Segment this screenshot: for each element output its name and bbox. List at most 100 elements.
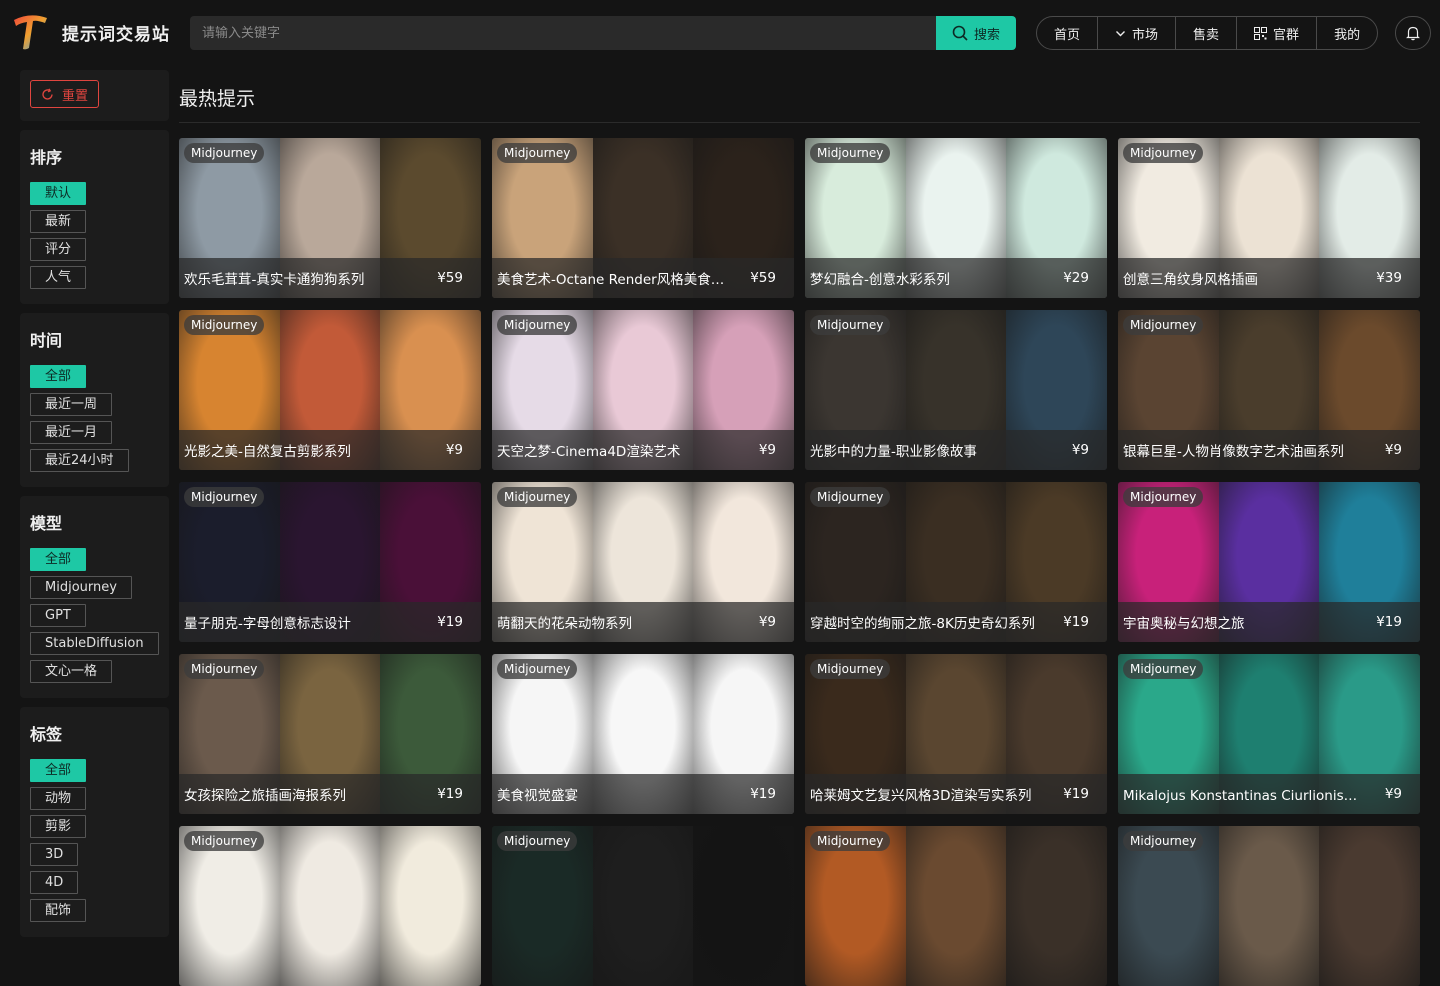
tag-option-animal[interactable]: 动物 [30,787,87,810]
prompt-card[interactable]: Midjourney 光影中的力量-职业影像故事 ¥9 [805,310,1107,470]
card-info-bar: Mikalojus Konstantinas Ciurlionis风... ¥9 [1118,774,1420,814]
search-icon [952,25,968,41]
nav-mine[interactable]: 我的 [1317,17,1377,49]
model-badge: Midjourney [497,315,578,335]
prompt-card[interactable]: Midjourney 美食视觉盛宴 ¥19 [492,654,794,814]
prompt-card[interactable]: Midjourney [179,826,481,986]
card-title: 宇宙奥秘与幻想之旅 [1123,616,1245,632]
model-option-gpt[interactable]: GPT [30,604,86,627]
prompt-card[interactable]: Midjourney 欢乐毛茸茸-真实卡通狗狗系列 ¥59 [179,138,481,298]
site-title[interactable]: 提示词交易站 [62,20,170,45]
reset-button[interactable]: 重置 [30,80,100,108]
prompt-card[interactable]: Midjourney 宇宙奥秘与幻想之旅 ¥19 [1118,482,1420,642]
model-badge: Midjourney [184,487,265,507]
prompt-card[interactable]: Midjourney 量子朋克-字母创意标志设计 ¥19 [179,482,481,642]
card-info-bar: 创意三角纹身风格插画 ¥39 [1118,258,1420,298]
time-option-24h[interactable]: 最近24小时 [30,449,129,472]
chevron-down-icon [1116,30,1126,36]
card-info-bar: 哈莱姆文艺复兴风格3D渲染写实系列 ¥19 [805,774,1107,814]
prompt-card[interactable]: Midjourney 银幕巨星-人物肖像数字艺术油画系列 ¥9 [1118,310,1420,470]
model-option-wenxin[interactable]: 文心一格 [30,660,113,683]
prompt-card[interactable]: Midjourney 哈莱姆文艺复兴风格3D渲染写实系列 ¥19 [805,654,1107,814]
tag-option-accessory[interactable]: 配饰 [30,899,87,922]
prompt-card[interactable]: Midjourney 女孩探险之旅插画海报系列 ¥19 [179,654,481,814]
nav-home[interactable]: 首页 [1037,17,1099,49]
card-title: 女孩探险之旅插画海报系列 [184,788,346,804]
time-title: 时间 [30,331,63,350]
model-badge: Midjourney [1123,143,1204,163]
sort-option-rating[interactable]: 评分 [30,238,87,261]
bell-icon [1406,26,1420,41]
prompt-card[interactable]: Midjourney 萌翻天的花朵动物系列 ¥9 [492,482,794,642]
model-badge: Midjourney [1123,487,1204,507]
prompt-card[interactable]: Midjourney 美食艺术-Octane Render风格美食系... ¥59 [492,138,794,298]
card-thumbnail [905,826,1007,986]
card-info-bar: 光影之美-自然复古剪影系列 ¥9 [179,430,481,470]
card-info-bar: 梦幻融合-创意水彩系列 ¥29 [805,258,1107,298]
card-thumbnail [1218,826,1320,986]
site-logo[interactable] [11,12,49,52]
card-title: 天空之梦-Cinema4D渲染艺术 [497,444,681,460]
model-title: 模型 [30,514,63,533]
time-panel: 时间 全部 最近一周 最近一月 最近24小时 [20,313,169,487]
card-title: 量子朋克-字母创意标志设计 [184,616,351,632]
nav-sell-label: 售卖 [1193,27,1220,43]
refresh-icon [42,87,53,100]
nav-sell[interactable]: 售卖 [1176,17,1238,49]
model-badge: Midjourney [497,487,578,507]
card-price: ¥19 [1376,614,1402,630]
prompt-card[interactable]: Midjourney 天空之梦-Cinema4D渲染艺术 ¥9 [492,310,794,470]
search-button[interactable]: 搜索 [936,16,1016,50]
model-badge: Midjourney [184,659,265,679]
card-price: ¥19 [1063,614,1089,630]
time-option-month[interactable]: 最近一月 [30,421,113,444]
card-title: Mikalojus Konstantinas Ciurlionis风... [1123,788,1363,804]
prompt-card[interactable]: Midjourney [805,826,1107,986]
model-option-midjourney[interactable]: Midjourney [30,576,132,599]
prompt-card[interactable]: Midjourney 穿越时空的绚丽之旅-8K历史奇幻系列 ¥19 [805,482,1107,642]
card-info-bar: 美食视觉盛宴 ¥19 [492,774,794,814]
tag-option-all[interactable]: 全部 [30,759,87,782]
prompt-card[interactable]: Midjourney 光影之美-自然复古剪影系列 ¥9 [179,310,481,470]
model-badge: Midjourney [810,659,891,679]
card-thumbnail [279,826,381,986]
nav-group[interactable]: 官群 [1237,17,1318,49]
card-info-bar: 天空之梦-Cinema4D渲染艺术 ¥9 [492,430,794,470]
search-input[interactable] [190,16,936,50]
card-thumbnail [1319,826,1420,986]
notification-button[interactable] [1395,16,1431,50]
tag-option-4d[interactable]: 4D [30,871,79,894]
sort-option-popular[interactable]: 人气 [30,266,87,289]
card-info-bar: 美食艺术-Octane Render风格美食系... ¥59 [492,258,794,298]
card-title: 银幕巨星-人物肖像数字艺术油画系列 [1123,444,1344,460]
prompt-card[interactable]: Midjourney Mikalojus Konstantinas Ciurlio… [1118,654,1420,814]
prompt-card[interactable]: Midjourney [492,826,794,986]
model-badge: Midjourney [184,831,265,851]
card-info-bar: 萌翻天的花朵动物系列 ¥9 [492,602,794,642]
reset-button-label: 重置 [62,88,89,104]
card-price: ¥29 [1063,270,1089,286]
card-title: 光影中的力量-职业影像故事 [810,444,977,460]
filter-sidebar: 重置 排序 默认 最新 评分 人气 时间 全部 最近一周 最近一月 最近24小时… [20,70,169,946]
prompt-card[interactable]: Midjourney [1118,826,1420,986]
card-price: ¥19 [437,786,463,802]
sort-option-default[interactable]: 默认 [30,182,87,205]
time-option-all[interactable]: 全部 [30,365,87,388]
model-badge: Midjourney [810,487,891,507]
card-info-bar: 女孩探险之旅插画海报系列 ¥19 [179,774,481,814]
sort-option-newest[interactable]: 最新 [30,210,87,233]
card-info-bar: 穿越时空的绚丽之旅-8K历史奇幻系列 ¥19 [805,602,1107,642]
model-badge: Midjourney [497,143,578,163]
page-title: 最热提示 [179,88,256,110]
prompt-card[interactable]: Midjourney 创意三角纹身风格插画 ¥39 [1118,138,1420,298]
card-title: 创意三角纹身风格插画 [1123,272,1258,288]
tag-option-3d[interactable]: 3D [30,843,79,866]
nav-home-label: 首页 [1054,27,1081,43]
prompt-card[interactable]: Midjourney 梦幻融合-创意水彩系列 ¥29 [805,138,1107,298]
nav-market[interactable]: 市场 [1098,17,1177,49]
tag-option-silhouette[interactable]: 剪影 [30,815,87,838]
model-option-all[interactable]: 全部 [30,548,87,571]
time-option-week[interactable]: 最近一周 [30,393,113,416]
search-button-label: 搜索 [973,27,1000,43]
model-option-stablediffusion[interactable]: StableDiffusion [30,632,159,655]
